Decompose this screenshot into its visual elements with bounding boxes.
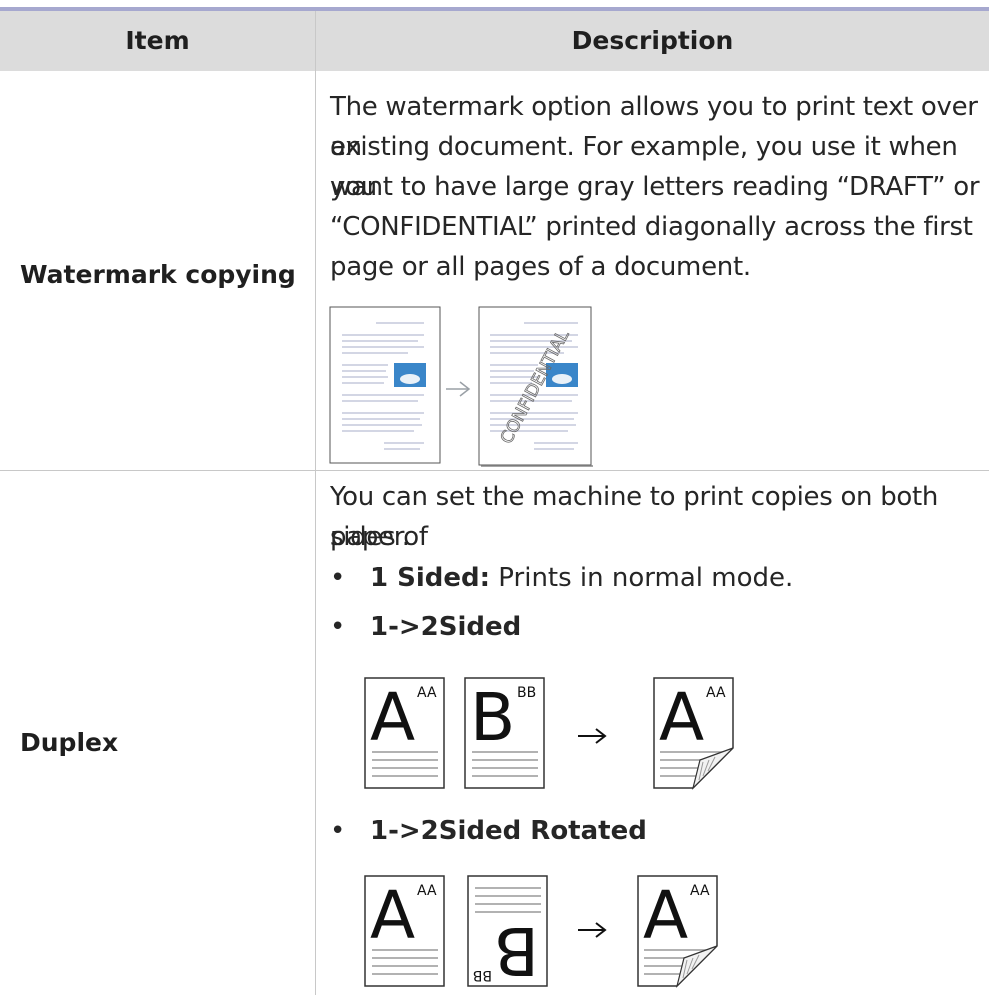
- arrow-icon: [578, 922, 607, 938]
- page-a-icon: A AA: [364, 875, 445, 987]
- table-header: Item Description: [0, 11, 989, 71]
- text-line: want to have large gray letters reading …: [330, 172, 980, 202]
- option-title: 1 Sided:: [370, 563, 491, 593]
- header-description: Description: [571, 26, 734, 55]
- watermark-illustration: CONFIDENTIAL: [329, 306, 593, 467]
- page-b-rotated-icon: B BB: [467, 875, 548, 989]
- text-line: page or all pages of a document.: [330, 252, 751, 282]
- header-item: Item: [125, 26, 190, 55]
- duplex-rotated-illustration: A AA B BB A AA: [364, 875, 718, 989]
- arrow-icon: [446, 381, 471, 397]
- option-text: Prints in normal mode.: [490, 563, 794, 593]
- option-title: 1->2Sided Rotated: [370, 816, 647, 846]
- bullet: •: [330, 816, 346, 846]
- option-1-2-sided: • 1->2Sided: [330, 612, 521, 642]
- column-divider: [315, 11, 316, 995]
- svg-text:AA: AA: [417, 685, 437, 701]
- duplex-illustration: A AA B BB A AA: [364, 677, 734, 790]
- svg-text:B: B: [470, 679, 515, 756]
- svg-text:AA: AA: [706, 685, 726, 701]
- svg-text:BB: BB: [473, 967, 492, 983]
- page-a-icon: A AA: [364, 677, 445, 789]
- bullet: •: [330, 563, 346, 593]
- svg-text:B: B: [494, 912, 539, 989]
- page-b-icon: B BB: [464, 677, 545, 789]
- option-title: 1->2Sided: [370, 612, 522, 642]
- text-line: “CONFIDENTIAL” printed diagonally across…: [330, 212, 973, 242]
- bullet: •: [330, 612, 346, 642]
- item-duplex: Duplex: [20, 728, 119, 757]
- original-page-icon: [329, 306, 441, 464]
- svg-text:A: A: [370, 679, 415, 756]
- arrow-icon: [578, 728, 607, 744]
- row-separator: [0, 470, 989, 471]
- duplex-rotated-result-page-icon: A AA: [637, 875, 718, 988]
- svg-text:A: A: [370, 877, 415, 954]
- duplex-result-page-icon: A AA: [653, 677, 734, 790]
- option-1-sided: • 1 Sided: Prints in normal mode.: [330, 563, 793, 593]
- svg-text:A: A: [643, 877, 688, 954]
- text-line: paper.: [330, 522, 410, 552]
- item-watermark-copying: Watermark copying: [20, 260, 296, 289]
- watermarked-page-icon: CONFIDENTIAL: [478, 306, 593, 467]
- svg-text:AA: AA: [690, 883, 710, 899]
- svg-text:BB: BB: [517, 685, 536, 701]
- svg-text:AA: AA: [417, 883, 437, 899]
- svg-text:A: A: [659, 679, 704, 756]
- option-1-2-sided-rotated: • 1->2Sided Rotated: [330, 816, 647, 846]
